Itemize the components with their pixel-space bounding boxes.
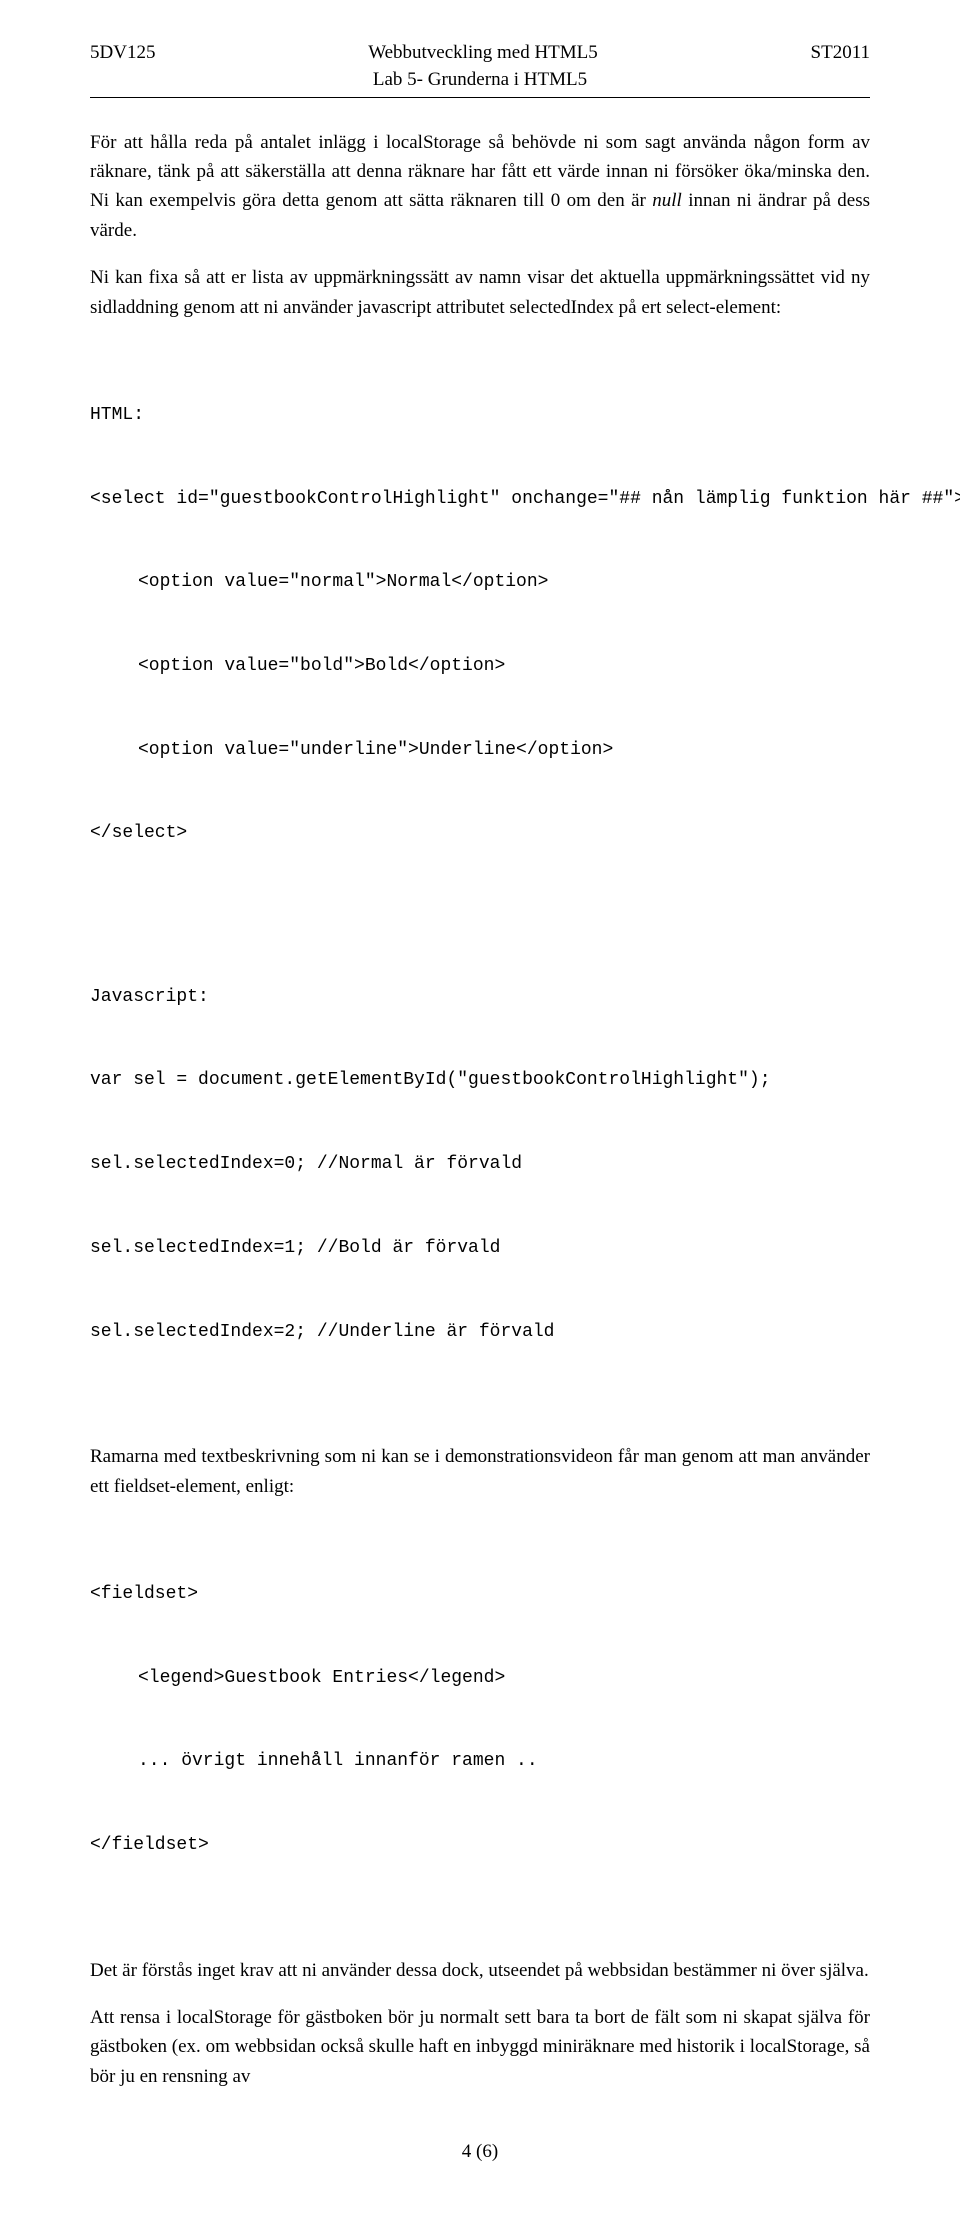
code-line: sel.selectedIndex=0; //Normal är förvald [90, 1151, 870, 1179]
page-header: 5DV125 Webbutveckling med HTML5 ST2011 [90, 40, 870, 67]
code-line: <option value="bold">Bold</option> [90, 653, 870, 681]
code-line: sel.selectedIndex=2; //Underline är förv… [90, 1319, 870, 1347]
code-line: sel.selectedIndex=1; //Bold är förvald [90, 1235, 870, 1263]
code-line: <select id="guestbookControlHighlight" o… [90, 486, 870, 514]
code-line: </fieldset> [90, 1832, 870, 1860]
header-subtitle: Lab 5- Grunderna i HTML5 [90, 69, 870, 91]
code-line: <option value="normal">Normal</option> [90, 569, 870, 597]
code-line: HTML: [90, 402, 870, 430]
header-left: 5DV125 [90, 40, 155, 67]
paragraph-1: För att hålla reda på antalet inlägg i l… [90, 128, 870, 246]
paragraph-4: Det är förstås inget krav att ni använde… [90, 1956, 870, 1985]
null-italic: null [652, 190, 682, 211]
paragraph-3: Ramarna med textbeskrivning som ni kan s… [90, 1442, 870, 1501]
page-number: 4 (6) [90, 2141, 870, 2163]
code-block-html: HTML: <select id="guestbookControlHighli… [90, 346, 870, 904]
code-line: <fieldset> [90, 1581, 870, 1609]
page: 5DV125 Webbutveckling med HTML5 ST2011 L… [0, 0, 960, 2223]
code-line: <legend>Guestbook Entries</legend> [90, 1665, 870, 1693]
paragraph-5: Att rensa i localStorage för gästboken b… [90, 2003, 870, 2091]
code-line: ... övrigt innehåll innanför ramen .. [90, 1748, 870, 1776]
code-block-fieldset: <fieldset> <legend>Guestbook Entries</le… [90, 1525, 870, 1915]
code-block-js: Javascript: var sel = document.getElemen… [90, 928, 870, 1402]
code-line: var sel = document.getElementById("guest… [90, 1067, 870, 1095]
header-rule [90, 97, 870, 98]
paragraph-2: Ni kan fixa så att er lista av uppmärkni… [90, 263, 870, 322]
code-line: <option value="underline">Underline</opt… [90, 737, 870, 765]
code-line: </select> [90, 820, 870, 848]
header-right: ST2011 [811, 40, 870, 67]
header-center: Webbutveckling med HTML5 [155, 40, 810, 67]
code-line: Javascript: [90, 984, 870, 1012]
